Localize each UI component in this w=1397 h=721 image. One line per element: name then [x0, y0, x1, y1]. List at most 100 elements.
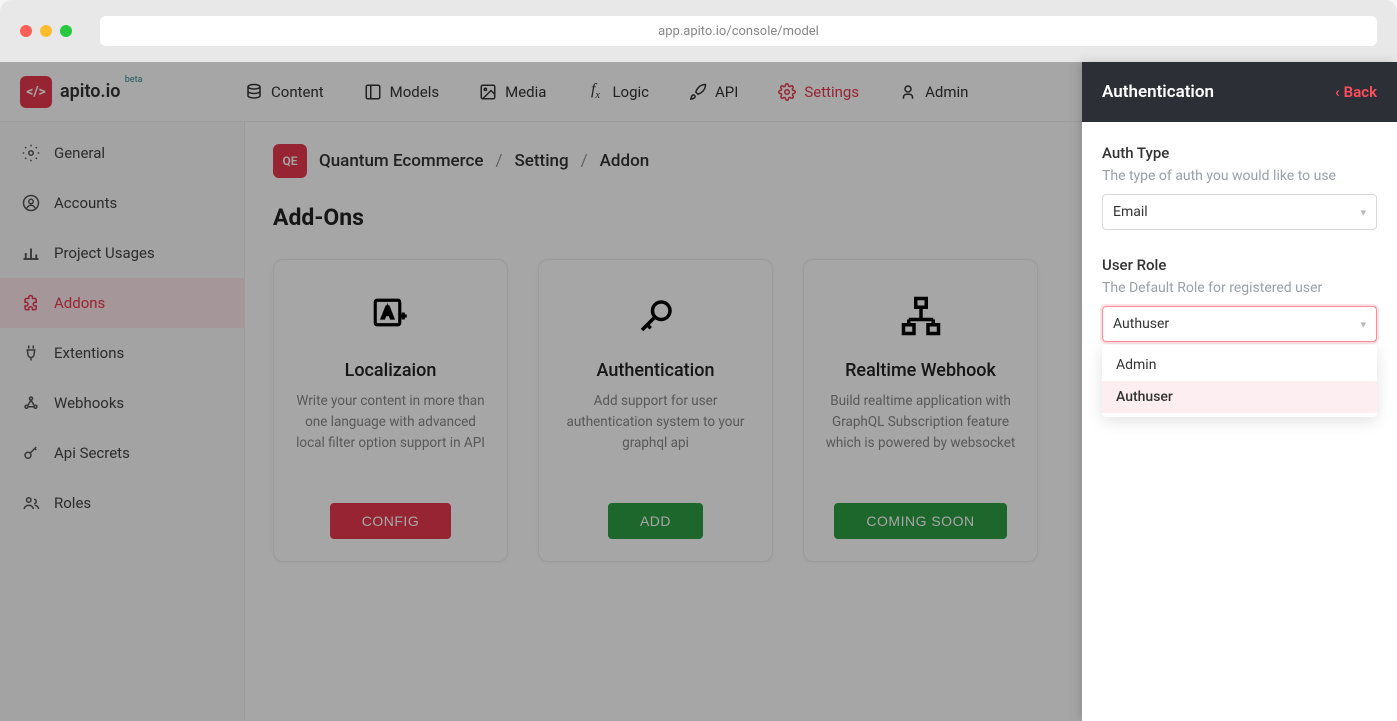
svg-text:A: A [382, 305, 393, 322]
breadcrumb-sep: / [495, 151, 502, 171]
add-button[interactable]: ADD [608, 503, 703, 539]
card-authentication: Authentication Add support for user auth… [538, 259, 773, 562]
layout-icon [364, 83, 382, 101]
card-authentication-title: Authentication [596, 360, 714, 381]
window-maximize-icon[interactable] [60, 25, 72, 37]
sidebar-addons-label: Addons [54, 294, 105, 312]
sidebar-item-usages[interactable]: Project Usages [0, 228, 244, 278]
bar-chart-icon [22, 244, 40, 262]
config-button[interactable]: CONFIG [330, 503, 451, 539]
breadcrumb-setting[interactable]: Setting [514, 151, 568, 171]
traffic-lights [20, 25, 72, 37]
panel-title: Authentication [1102, 82, 1214, 102]
nav-settings[interactable]: Settings [778, 83, 859, 101]
sidebar-item-addons[interactable]: Addons [0, 278, 244, 328]
webhook-icon [22, 394, 40, 412]
user-role-field: User Role The Default Role for registere… [1102, 256, 1377, 342]
user-role-hint: The Default Role for registered user [1102, 280, 1377, 296]
breadcrumb-sep: / [581, 151, 588, 171]
nav-models-label: Models [390, 83, 439, 101]
sitemap-icon [900, 286, 942, 346]
user-icon [899, 83, 917, 101]
sidebar-usages-label: Project Usages [54, 244, 155, 262]
back-button[interactable]: ‹ Back [1335, 83, 1377, 101]
nav-admin[interactable]: Admin [899, 83, 968, 101]
url-bar[interactable]: app.apito.io/console/model [100, 16, 1377, 46]
card-webhook: Realtime Webhook Build realtime applicat… [803, 259, 1038, 562]
authentication-panel: Authentication ‹ Back Auth Type The type… [1082, 62, 1397, 721]
puzzle-icon [22, 294, 40, 312]
image-icon [479, 83, 497, 101]
plug-icon [22, 344, 40, 362]
card-webhook-desc: Build realtime application with GraphQL … [822, 391, 1019, 481]
auth-type-hint: The type of auth you would like to use [1102, 168, 1377, 184]
nav-admin-label: Admin [925, 83, 968, 101]
dropdown-option-authuser[interactable]: Authuser [1102, 381, 1377, 413]
panel-body: Auth Type The type of auth you would lik… [1082, 122, 1397, 390]
sidebar-item-general[interactable]: General [0, 128, 244, 178]
nav-content-label: Content [271, 83, 324, 101]
window-close-icon[interactable] [20, 25, 32, 37]
sidebar: General Accounts Project Usages Addons [0, 122, 245, 721]
user-role-select[interactable]: Authuser ▾ Admin Authuser [1102, 306, 1377, 342]
auth-type-label: Auth Type [1102, 144, 1377, 162]
logo-label: apito.io [60, 81, 120, 102]
logo-text: apito.io beta [60, 81, 120, 102]
sidebar-secrets-label: Api Secrets [54, 444, 130, 462]
nav-logic-label: Logic [612, 83, 649, 101]
user-role-dropdown: Admin Authuser [1102, 345, 1377, 417]
nav-logic[interactable]: fx Logic [586, 83, 649, 101]
nav-media[interactable]: Media [479, 83, 546, 101]
auth-type-field: Auth Type The type of auth you would lik… [1102, 144, 1377, 230]
key-icon [22, 444, 40, 462]
sidebar-webhooks-label: Webhooks [54, 394, 124, 412]
sidebar-item-roles[interactable]: Roles [0, 478, 244, 528]
breadcrumb-addon[interactable]: Addon [600, 151, 650, 171]
nav-settings-label: Settings [804, 83, 859, 101]
auth-type-select[interactable]: Email ▾ [1102, 194, 1377, 230]
key-icon [635, 286, 677, 346]
sidebar-general-label: General [54, 144, 105, 162]
back-label: Back [1344, 83, 1377, 101]
beta-badge: beta [125, 75, 143, 85]
gear-icon [778, 83, 796, 101]
logo[interactable]: </> apito.io beta [20, 76, 245, 108]
user-circle-icon [22, 194, 40, 212]
nav-api[interactable]: API [689, 83, 738, 101]
sidebar-roles-label: Roles [54, 494, 91, 512]
user-role-label: User Role [1102, 256, 1377, 274]
nav-content[interactable]: Content [245, 83, 324, 101]
sidebar-item-webhooks[interactable]: Webhooks [0, 378, 244, 428]
nav-models[interactable]: Models [364, 83, 439, 101]
project-badge: QE [273, 144, 307, 178]
window-minimize-icon[interactable] [40, 25, 52, 37]
logo-mark-icon: </> [20, 76, 52, 108]
coming-soon-button[interactable]: COMING SOON [834, 503, 1006, 539]
browser-chrome: app.apito.io/console/model [0, 0, 1397, 62]
breadcrumb-project[interactable]: Quantum Ecommerce [319, 151, 483, 171]
chevron-down-icon: ▾ [1360, 318, 1366, 331]
nav-media-label: Media [505, 83, 546, 101]
url-text: app.apito.io/console/model [658, 24, 819, 39]
panel-header: Authentication ‹ Back [1082, 62, 1397, 122]
card-authentication-desc: Add support for user authentication syst… [557, 391, 754, 481]
sidebar-accounts-label: Accounts [54, 194, 117, 212]
card-localization-title: Localizaion [345, 360, 437, 381]
chevron-left-icon: ‹ [1335, 83, 1340, 101]
rocket-icon [689, 83, 707, 101]
app-root: </> apito.io beta Content Models [0, 62, 1397, 721]
sidebar-item-accounts[interactable]: Accounts [0, 178, 244, 228]
card-webhook-title: Realtime Webhook [845, 360, 996, 381]
dropdown-option-admin[interactable]: Admin [1102, 349, 1377, 381]
sidebar-extentions-label: Extentions [54, 344, 124, 362]
localization-icon: A [370, 286, 412, 346]
chevron-down-icon: ▾ [1360, 206, 1366, 219]
sidebar-item-extentions[interactable]: Extentions [0, 328, 244, 378]
function-icon: fx [586, 83, 604, 101]
card-localization: A Localizaion Write your content in more… [273, 259, 508, 562]
gear-icon [22, 144, 40, 162]
users-icon [22, 494, 40, 512]
sidebar-item-secrets[interactable]: Api Secrets [0, 428, 244, 478]
user-role-value: Authuser [1113, 316, 1169, 332]
auth-type-value: Email [1113, 204, 1148, 220]
